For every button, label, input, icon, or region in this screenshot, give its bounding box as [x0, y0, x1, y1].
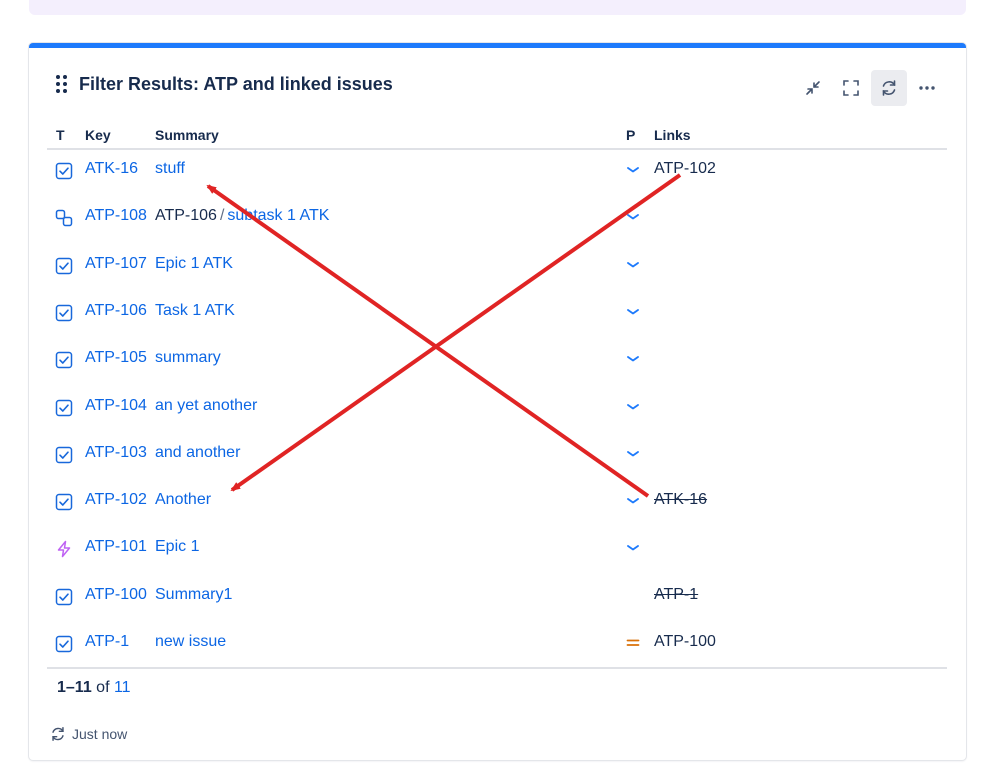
issue-summary-link[interactable]: Epic 1	[155, 538, 199, 555]
issue-summary-link[interactable]: subtask 1 ATK	[227, 207, 329, 224]
issue-summary-link[interactable]: Epic 1 ATK	[155, 255, 233, 272]
issue-summary-link[interactable]: new issue	[155, 633, 226, 650]
issue-summary-link[interactable]: an yet another	[155, 397, 257, 414]
column-header-key[interactable]: Key	[85, 127, 111, 143]
pagination-total-link[interactable]: 11	[114, 679, 131, 696]
issue-summary-link[interactable]: and another	[155, 444, 240, 461]
issue-key-link[interactable]: ATP-101	[85, 538, 147, 556]
issue-key-link[interactable]: ATP-104	[85, 397, 147, 415]
parent-issue-key[interactable]: ATP-106	[155, 207, 217, 224]
refresh-button[interactable]	[871, 70, 907, 106]
drag-handle-icon[interactable]	[55, 75, 69, 93]
linked-issue-link[interactable]: ATK-16	[654, 491, 707, 509]
priority-low-icon	[625, 304, 641, 320]
table-row: ATP-100 Summary1 ATP-1	[47, 575, 947, 622]
more-icon	[919, 86, 935, 90]
linked-issue-link[interactable]: ATP-1	[654, 586, 698, 604]
more-options-button[interactable]	[909, 70, 945, 106]
gadget-title: Filter Results: ATP and linked issues	[79, 74, 393, 94]
top-banner	[29, 0, 966, 15]
table-row: ATP-106 Task 1 ATK	[47, 291, 947, 338]
task-type-icon[interactable]	[55, 351, 73, 369]
table-row: ATP-102 Another ATK-16	[47, 480, 947, 527]
linked-issue-link[interactable]: ATP-100	[654, 633, 716, 651]
table-row: ATP-101 Epic 1	[47, 527, 947, 574]
task-type-icon[interactable]	[55, 446, 73, 464]
gadget-header: Filter Results: ATP and linked issues	[29, 48, 966, 118]
issue-key-link[interactable]: ATP-108	[85, 207, 147, 225]
table-row: ATK-16 stuff ATP-102	[47, 149, 947, 196]
minimize-button[interactable]	[795, 70, 831, 106]
table-row: ATP-103 and another	[47, 433, 947, 480]
priority-low-icon	[625, 399, 641, 415]
issue-summary: Task 1 ATK	[155, 302, 235, 320]
issue-summary-link[interactable]: Another	[155, 491, 211, 508]
issue-key-link[interactable]: ATP-105	[85, 349, 147, 367]
pagination: 1–11 of 11	[57, 679, 131, 697]
issue-key-link[interactable]: ATP-102	[85, 491, 147, 509]
task-type-icon[interactable]	[55, 162, 73, 180]
issue-summary: stuff	[155, 160, 185, 178]
fullscreen-button[interactable]	[833, 70, 869, 106]
issue-key-link[interactable]: ATP-1	[85, 633, 129, 651]
table-row: ATP-1 new issue ATP-100	[47, 622, 947, 669]
priority-low-icon	[625, 257, 641, 273]
issue-summary: an yet another	[155, 397, 257, 415]
issue-summary: Summary1	[155, 586, 232, 604]
task-type-icon[interactable]	[55, 257, 73, 275]
table-row: ATP-105 summary	[47, 338, 947, 385]
subtask-type-icon[interactable]	[55, 209, 73, 227]
column-header-links[interactable]: Links	[654, 127, 691, 143]
column-header-priority[interactable]: P	[626, 127, 635, 143]
issue-summary-link[interactable]: Task 1 ATK	[155, 302, 235, 319]
issue-summary-link[interactable]: stuff	[155, 160, 185, 177]
priority-low-icon	[625, 351, 641, 367]
issue-summary-link[interactable]: Summary1	[155, 586, 232, 603]
column-header-summary[interactable]: Summary	[155, 127, 219, 143]
task-type-icon[interactable]	[55, 399, 73, 417]
table-row: ATP-108 ATP-106/subtask 1 ATK	[47, 196, 947, 243]
table-row: ATP-104 an yet another	[47, 386, 947, 433]
footer-divider	[47, 667, 947, 669]
refresh-icon	[882, 80, 896, 96]
issue-key-link[interactable]: ATP-107	[85, 255, 147, 273]
pagination-range: 1–11	[57, 679, 92, 696]
priority-low-icon	[625, 209, 641, 225]
last-refreshed-label: Just now	[72, 726, 128, 742]
task-type-icon[interactable]	[55, 635, 73, 653]
priority-low-icon	[625, 446, 641, 462]
priority-medium-icon	[625, 635, 641, 651]
issue-summary: new issue	[155, 633, 226, 651]
table-row: ATP-107 Epic 1 ATK	[47, 244, 947, 291]
pagination-of: of	[96, 679, 110, 696]
task-type-icon[interactable]	[55, 588, 73, 606]
issue-summary: Epic 1	[155, 538, 199, 556]
issue-key-link[interactable]: ATP-103	[85, 444, 147, 462]
linked-issue-link[interactable]: ATP-102	[654, 160, 716, 178]
priority-low-icon	[625, 162, 641, 178]
breadcrumb-separator: /	[219, 207, 225, 225]
priority-low-icon	[625, 493, 641, 509]
issue-summary-link[interactable]: summary	[155, 349, 221, 366]
epic-type-icon[interactable]	[55, 540, 73, 558]
last-refreshed: Just now	[49, 725, 127, 743]
issue-summary: Epic 1 ATK	[155, 255, 233, 273]
column-header-type[interactable]: T	[56, 127, 65, 143]
issue-summary: and another	[155, 444, 240, 462]
issue-summary: ATP-106/subtask 1 ATK	[155, 207, 329, 225]
issue-key-link[interactable]: ATP-106	[85, 302, 147, 320]
filter-results-gadget: Filter Results: ATP and linked issues T …	[29, 43, 966, 760]
issue-summary: summary	[155, 349, 221, 367]
refresh-icon	[52, 726, 64, 742]
task-type-icon[interactable]	[55, 493, 73, 511]
issue-key-link[interactable]: ATK-16	[85, 160, 138, 178]
task-type-icon[interactable]	[55, 304, 73, 322]
issue-key-link[interactable]: ATP-100	[85, 586, 147, 604]
minimize-icon	[806, 81, 820, 95]
fullscreen-icon	[843, 80, 859, 96]
priority-low-icon	[625, 540, 641, 556]
issue-summary: Another	[155, 491, 211, 509]
